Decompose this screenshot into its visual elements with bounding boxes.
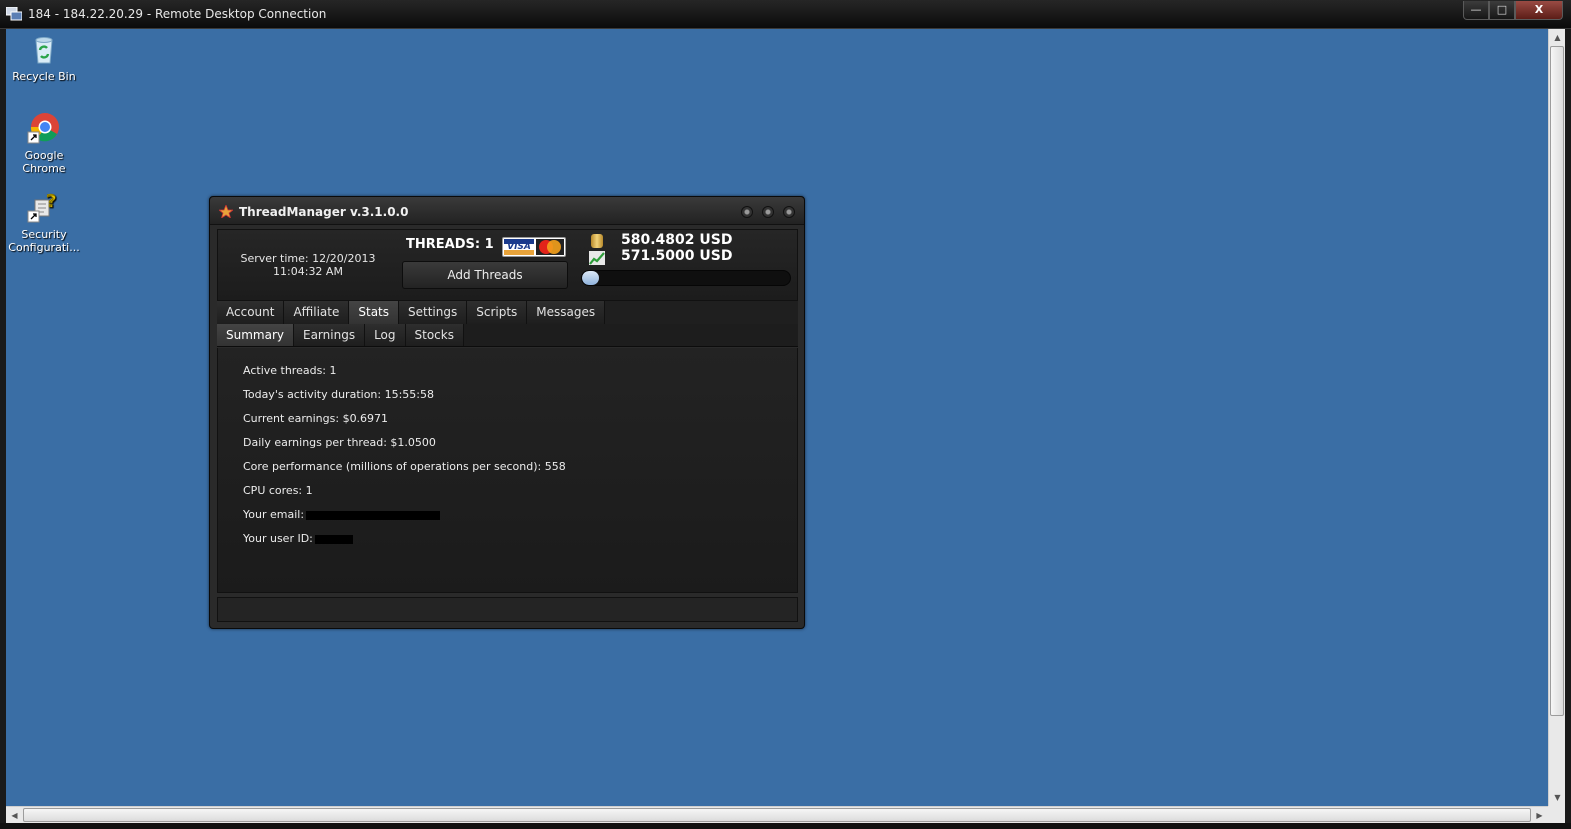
svg-text:?: ? [46,191,56,212]
vertical-scrollbar[interactable]: ▲ ▼ [1548,29,1565,806]
mastercard-logo [536,239,564,255]
server-time: Server time: 12/20/2013 11:04:32 AM [228,252,388,278]
recycle-bin-icon [27,32,61,66]
scroll-left-arrow-icon[interactable]: ◀ [6,807,23,824]
email-stat: Your email: [243,508,441,521]
tab-scripts[interactable]: Scripts [467,301,528,324]
subtab-log[interactable]: Log [365,324,406,346]
scroll-up-arrow-icon[interactable]: ▲ [1549,29,1566,46]
rdp-titlebar: 184 - 184.22.20.29 - Remote Desktop Conn… [0,0,1571,29]
app-close-button[interactable] [783,206,795,218]
subtab-earnings[interactable]: Earnings [294,324,366,346]
window-frame-bottom [0,823,1571,829]
earnings-progress-bar [581,270,791,286]
minimize-button[interactable]: — [1463,1,1489,20]
user-id-stat: Your user ID: [243,532,353,545]
rdp-window-title: 184 - 184.22.20.29 - Remote Desktop Conn… [28,7,327,21]
desktop-icon-label: Recycle Bin [12,70,76,83]
app-maximize-button[interactable] [762,206,774,218]
growth-chart-icon [589,251,605,265]
balance-amount: 580.4802 USD [621,232,733,248]
desktop-icon-security-config[interactable]: ? Security Configurati... [5,190,83,254]
core-performance-stat: Core performance (millions of operations… [243,460,566,473]
scrollbar-corner [1548,806,1565,823]
add-threads-button[interactable]: Add Threads [402,261,568,289]
remote-desktop-icon [6,7,22,21]
chrome-icon [27,111,61,145]
desktop-icon-label: Security Configurati... [8,228,80,254]
status-bar [217,597,798,622]
scroll-right-arrow-icon[interactable]: ▶ [1531,807,1548,824]
close-button[interactable]: X [1515,1,1563,20]
earned-amount: 571.5000 USD [621,248,733,264]
active-threads-stat: Active threads: 1 [243,364,337,377]
subtab-summary[interactable]: Summary [217,324,294,346]
email-label: Your email: [243,508,305,521]
threadmanager-window: ThreadManager v.3.1.0.0 Server time: 12/… [209,196,805,629]
security-config-icon: ? [27,190,61,224]
star-logo-icon [219,205,233,218]
user-id-label: Your user ID: [243,532,313,545]
tab-account[interactable]: Account [217,301,285,324]
vertical-scroll-thumb[interactable] [1550,46,1564,716]
cpu-cores-stat: CPU cores: 1 [243,484,313,497]
sub-tabs: Summary Earnings Log Stocks [217,324,798,347]
visa-logo: VISA [504,239,534,255]
progress-fill [582,271,599,285]
app-title: ThreadManager v.3.1.0.0 [239,205,409,219]
desktop-icon-chrome[interactable]: Google Chrome [5,111,83,175]
current-earnings-stat: Current earnings: $0.6971 [243,412,389,425]
coins-icon [591,234,603,248]
daily-earnings-stat: Daily earnings per thread: $1.0500 [243,436,436,449]
maximize-button[interactable]: □ [1489,1,1515,20]
window-frame-right [1565,29,1571,823]
subtab-stocks[interactable]: Stocks [405,324,464,346]
horizontal-scroll-thumb[interactable] [23,808,1531,822]
app-minimize-button[interactable] [741,206,753,218]
email-redacted [306,510,441,520]
stats-summary-panel: Active threads: 1 Today's activity durat… [217,348,798,593]
payment-cards-icon[interactable]: VISA [502,237,566,257]
tab-settings[interactable]: Settings [399,301,468,324]
activity-duration-stat: Today's activity duration: 15:55:58 [243,388,435,401]
server-time-clock: 11:04:32 AM [273,265,343,278]
server-time-date: Server time: 12/20/2013 [240,252,376,265]
scroll-down-arrow-icon[interactable]: ▼ [1549,789,1566,806]
app-header-panel: Server time: 12/20/2013 11:04:32 AM THRE… [217,229,798,301]
tab-affiliate[interactable]: Affiliate [284,301,350,324]
main-tabs: Account Affiliate Stats Settings Scripts Mess… [217,301,798,324]
threads-count: THREADS: 1 [406,237,494,252]
desktop-icon-label: Google Chrome [22,149,66,175]
horizontal-scrollbar[interactable]: ◀ ▶ [6,806,1548,823]
user-id-redacted [314,534,353,544]
tab-stats[interactable]: Stats [349,301,400,324]
app-titlebar[interactable]: ThreadManager v.3.1.0.0 [210,197,804,225]
tab-messages[interactable]: Messages [527,301,606,324]
desktop-icon-recycle-bin[interactable]: Recycle Bin [5,32,83,83]
